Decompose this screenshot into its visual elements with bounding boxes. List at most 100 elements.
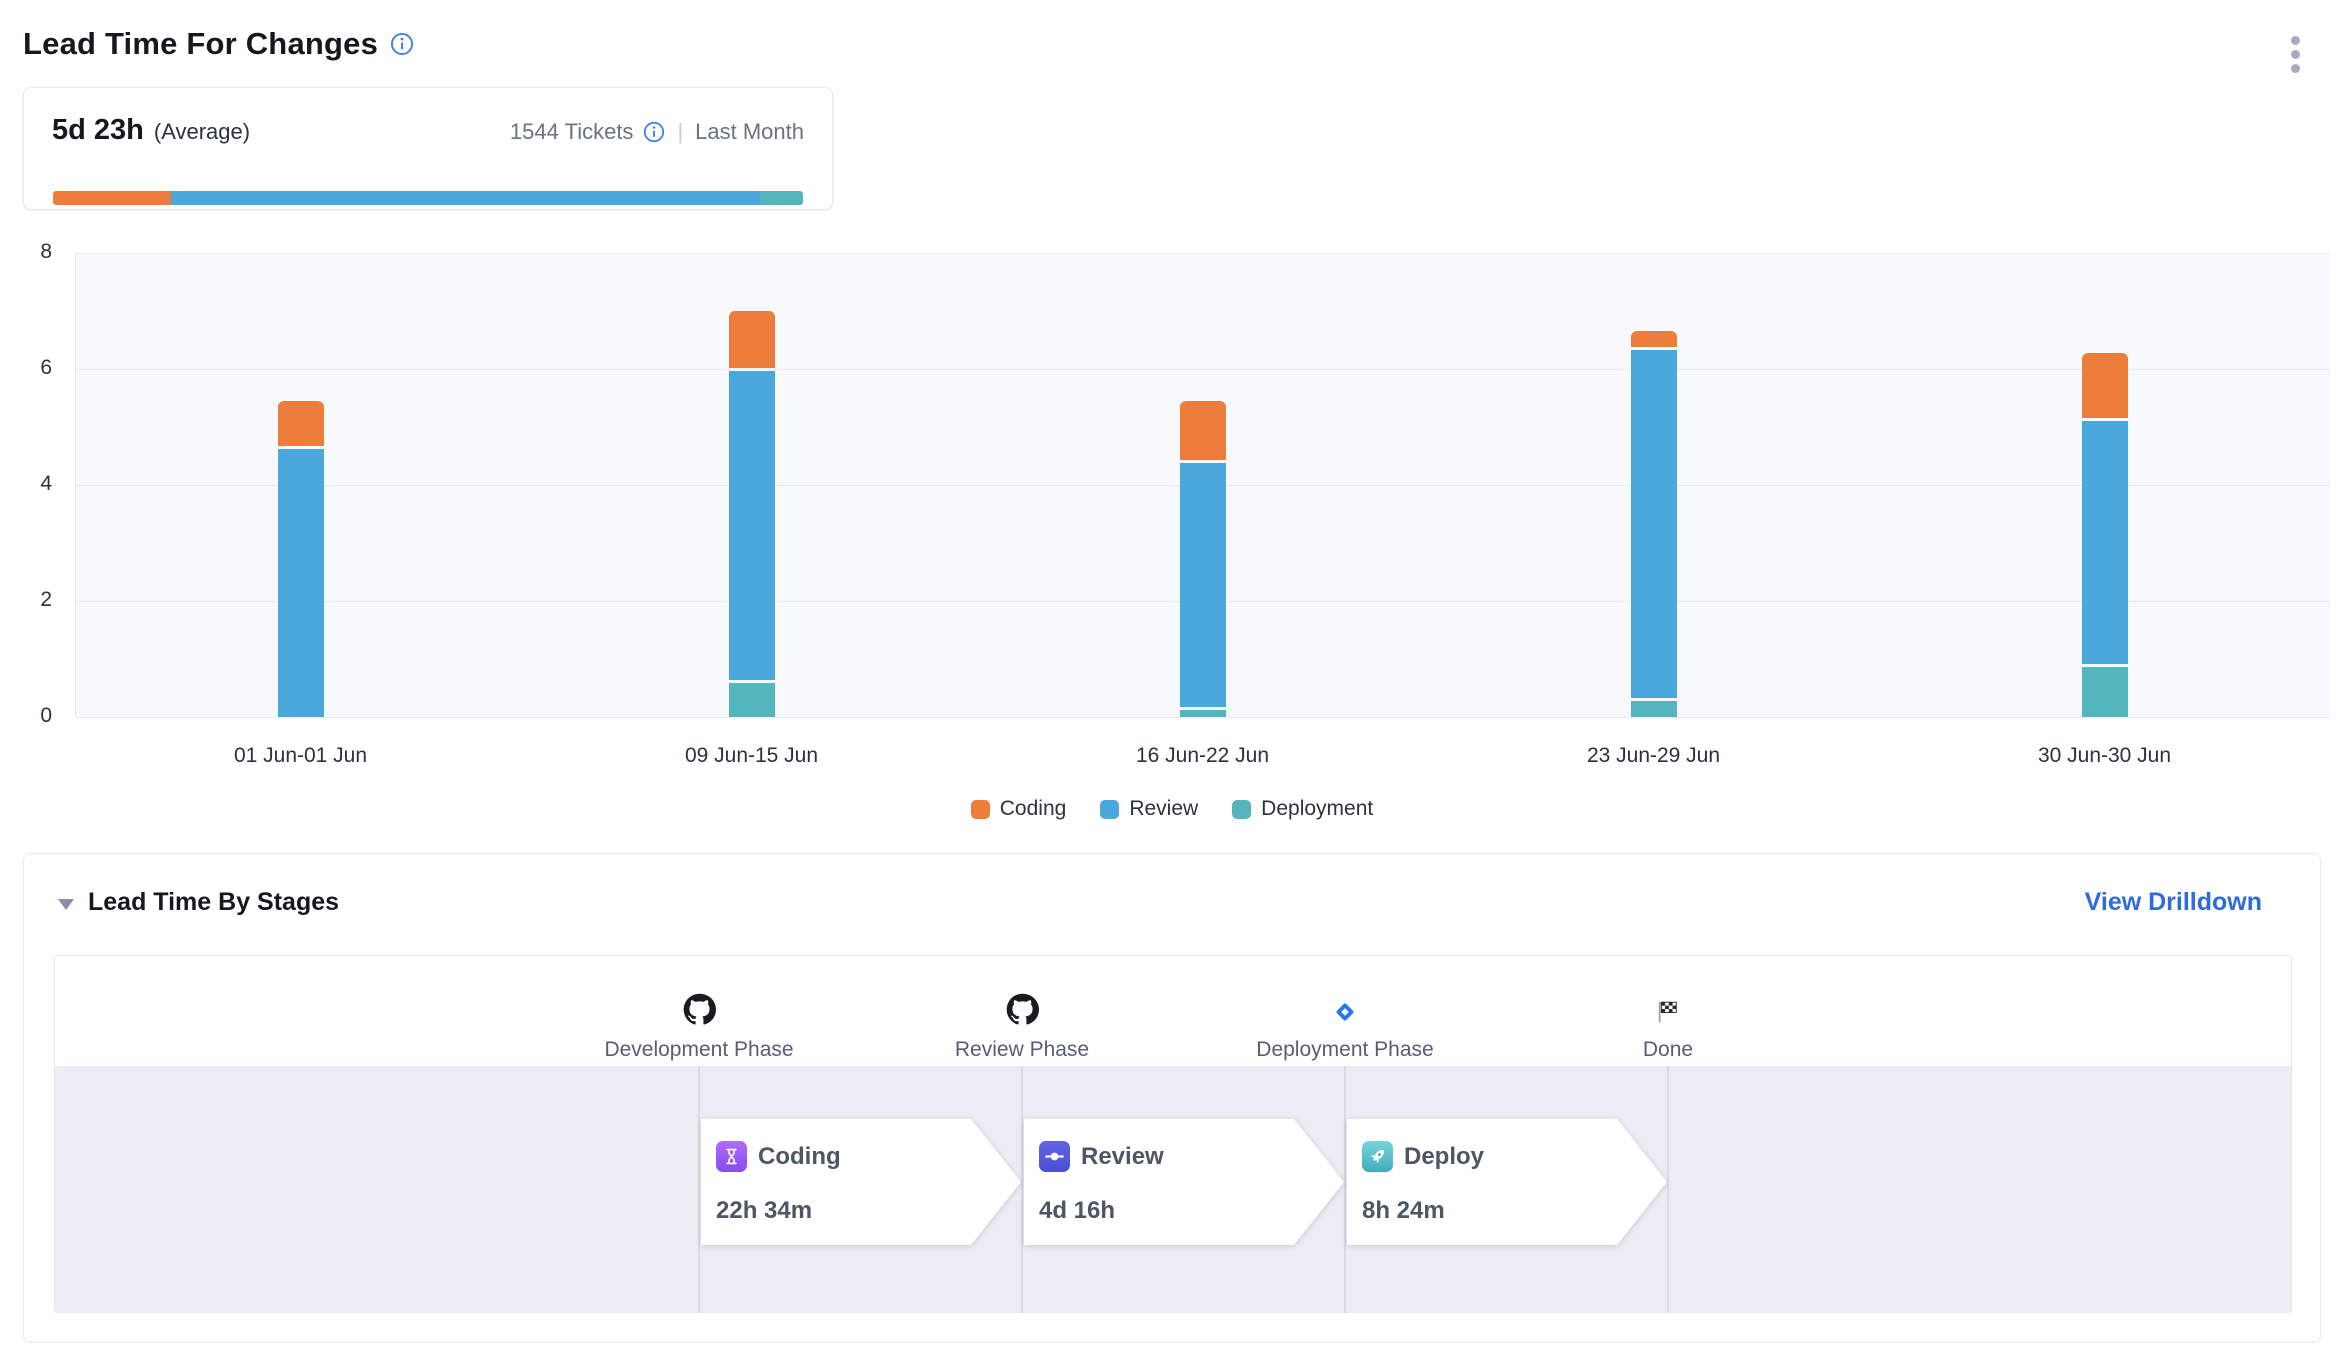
- meta-separator: |: [677, 119, 683, 145]
- legend-label: Coding: [1000, 797, 1067, 821]
- bar-segment-deployment[interactable]: [2082, 667, 2128, 717]
- bar-segment-coding[interactable]: [278, 401, 324, 446]
- summary-card: 5d 23h (Average) 1544 Tickets | Last Mon…: [23, 87, 833, 210]
- y-tick-label: 4: [0, 472, 52, 496]
- rocket-icon: [1362, 1141, 1393, 1172]
- stage-card-wrap: Deploy 8h 24m: [1347, 1119, 1667, 1245]
- summary-bar-segment-deployment: [760, 191, 803, 205]
- stages-panel-title: Lead Time By Stages: [88, 888, 339, 917]
- stage-card-wrap: Review 4d 16h: [1024, 1119, 1344, 1245]
- stage-duration: 8h 24m: [1362, 1197, 1445, 1225]
- commit-icon: [1039, 1141, 1070, 1172]
- stacked-bar-3[interactable]: [1180, 401, 1226, 717]
- collapse-caret-icon[interactable]: [58, 899, 74, 910]
- chart-plot-area: [75, 253, 2330, 717]
- y-tick-label: 2: [0, 588, 52, 612]
- gridline-0: [76, 717, 2330, 718]
- lead-time-widget: Lead Time For Changes 5d 23h (Average) 1…: [0, 0, 2344, 1352]
- bar-segment-coding[interactable]: [1180, 401, 1226, 460]
- bar-segment-coding[interactable]: [729, 311, 775, 368]
- jira-icon: [1195, 980, 1495, 1026]
- period-label: Last Month: [695, 119, 804, 145]
- stage-card-coding[interactable]: Coding 22h 34m: [701, 1119, 1021, 1245]
- x-axis-label: 01 Jun-01 Jun: [234, 744, 367, 768]
- stages-timeline-body: Coding 22h 34m Review 4d 16h Deploy 8h 24m: [55, 1066, 2291, 1313]
- phase-label: Done: [1518, 1038, 1818, 1062]
- summary-stacked-bar: [53, 191, 803, 205]
- summary-bar-segment-coding: [53, 191, 171, 205]
- tickets-count: 1544 Tickets: [510, 119, 634, 145]
- phase-divider: [1344, 1066, 1346, 1313]
- title-info-icon[interactable]: [390, 32, 414, 56]
- stage-card-header: Deploy: [1362, 1141, 1484, 1172]
- github-icon: [872, 980, 1172, 1026]
- legend-item-coding[interactable]: Coding: [971, 797, 1067, 821]
- legend-item-review[interactable]: Review: [1100, 797, 1198, 821]
- summary-bar-segment-review: [171, 191, 761, 205]
- legend-label: Review: [1129, 797, 1198, 821]
- hourglass-icon: [716, 1141, 747, 1172]
- average-label: (Average): [154, 119, 250, 145]
- phase-label: Deployment Phase: [1195, 1038, 1495, 1062]
- bar-segment-deployment[interactable]: [1180, 710, 1226, 717]
- bar-segment-coding[interactable]: [1631, 331, 1677, 347]
- stage-card-wrap: Coding 22h 34m: [701, 1119, 1021, 1245]
- stage-name: Deploy: [1404, 1143, 1484, 1171]
- bar-segment-deployment[interactable]: [1631, 701, 1677, 717]
- legend-swatch-deployment: [1232, 800, 1251, 819]
- bar-segment-review[interactable]: [1631, 350, 1677, 698]
- phase-label: Development Phase: [549, 1038, 849, 1062]
- checkered-flag-icon: [1518, 980, 1818, 1026]
- phase-header-done: Done: [1518, 956, 1818, 1062]
- phase-header-review-phase: Review Phase: [872, 956, 1172, 1062]
- stage-name: Review: [1081, 1143, 1164, 1171]
- phase-header-development-phase: Development Phase: [549, 956, 849, 1062]
- gridline-8: [76, 253, 2330, 254]
- stacked-bar-2[interactable]: [729, 311, 775, 717]
- bar-segment-review[interactable]: [729, 371, 775, 680]
- widget-header: Lead Time For Changes: [23, 26, 414, 62]
- y-tick-label: 6: [0, 356, 52, 380]
- kebab-menu-icon[interactable]: [2285, 30, 2306, 79]
- stage-duration: 4d 16h: [1039, 1197, 1115, 1225]
- legend-item-deployment[interactable]: Deployment: [1232, 797, 1373, 821]
- phase-header-deployment-phase: Deployment Phase: [1195, 956, 1495, 1062]
- gridline-6: [76, 369, 2330, 370]
- stacked-bar-5[interactable]: [2082, 353, 2128, 717]
- y-tick-label: 0: [0, 704, 52, 728]
- legend-swatch-review: [1100, 800, 1119, 819]
- phase-divider: [1667, 1066, 1669, 1313]
- github-icon: [549, 980, 849, 1026]
- stage-card-deploy[interactable]: Deploy 8h 24m: [1347, 1119, 1667, 1245]
- stage-card-header: Review: [1039, 1141, 1164, 1172]
- legend-label: Deployment: [1261, 797, 1373, 821]
- bar-segment-review[interactable]: [278, 449, 324, 717]
- average-lead-time-value: 5d 23h: [52, 114, 144, 147]
- phase-label: Review Phase: [872, 1038, 1172, 1062]
- tickets-info-icon[interactable]: [643, 121, 665, 143]
- stacked-bar-4[interactable]: [1631, 331, 1677, 717]
- legend-swatch-coding: [971, 800, 990, 819]
- stacked-bar-1[interactable]: [278, 401, 324, 717]
- x-axis-label: 16 Jun-22 Jun: [1136, 744, 1269, 768]
- lead-time-by-stages-panel: Lead Time By Stages View Drilldown Codin…: [23, 853, 2321, 1343]
- stage-card-review[interactable]: Review 4d 16h: [1024, 1119, 1344, 1245]
- phase-divider: [698, 1066, 700, 1313]
- x-axis: 01 Jun-01 Jun 09 Jun-15 Jun 16 Jun-22 Jun 2…: [75, 744, 2330, 774]
- y-tick-label: 8: [0, 240, 52, 264]
- summary-top-row: 5d 23h (Average) 1544 Tickets | Last Mon…: [52, 114, 804, 147]
- x-axis-label: 23 Jun-29 Jun: [1587, 744, 1720, 768]
- x-axis-label: 09 Jun-15 Jun: [685, 744, 818, 768]
- view-drilldown-link[interactable]: View Drilldown: [2085, 888, 2262, 917]
- stages-panel-header: Lead Time By Stages View Drilldown: [54, 888, 2290, 917]
- bar-segment-review[interactable]: [1180, 463, 1226, 707]
- page-title: Lead Time For Changes: [23, 26, 378, 62]
- chart-legend: Coding Review Deployment: [0, 797, 2344, 821]
- bar-segment-coding[interactable]: [2082, 353, 2128, 418]
- bar-segment-review[interactable]: [2082, 421, 2128, 665]
- bar-segment-deployment[interactable]: [729, 683, 775, 717]
- x-axis-label: 30 Jun-30 Jun: [2038, 744, 2171, 768]
- stage-duration: 22h 34m: [716, 1197, 812, 1225]
- stage-name: Coding: [758, 1143, 841, 1171]
- stages-timeline-table: Coding 22h 34m Review 4d 16h Deploy 8h 24m De…: [54, 955, 2292, 1313]
